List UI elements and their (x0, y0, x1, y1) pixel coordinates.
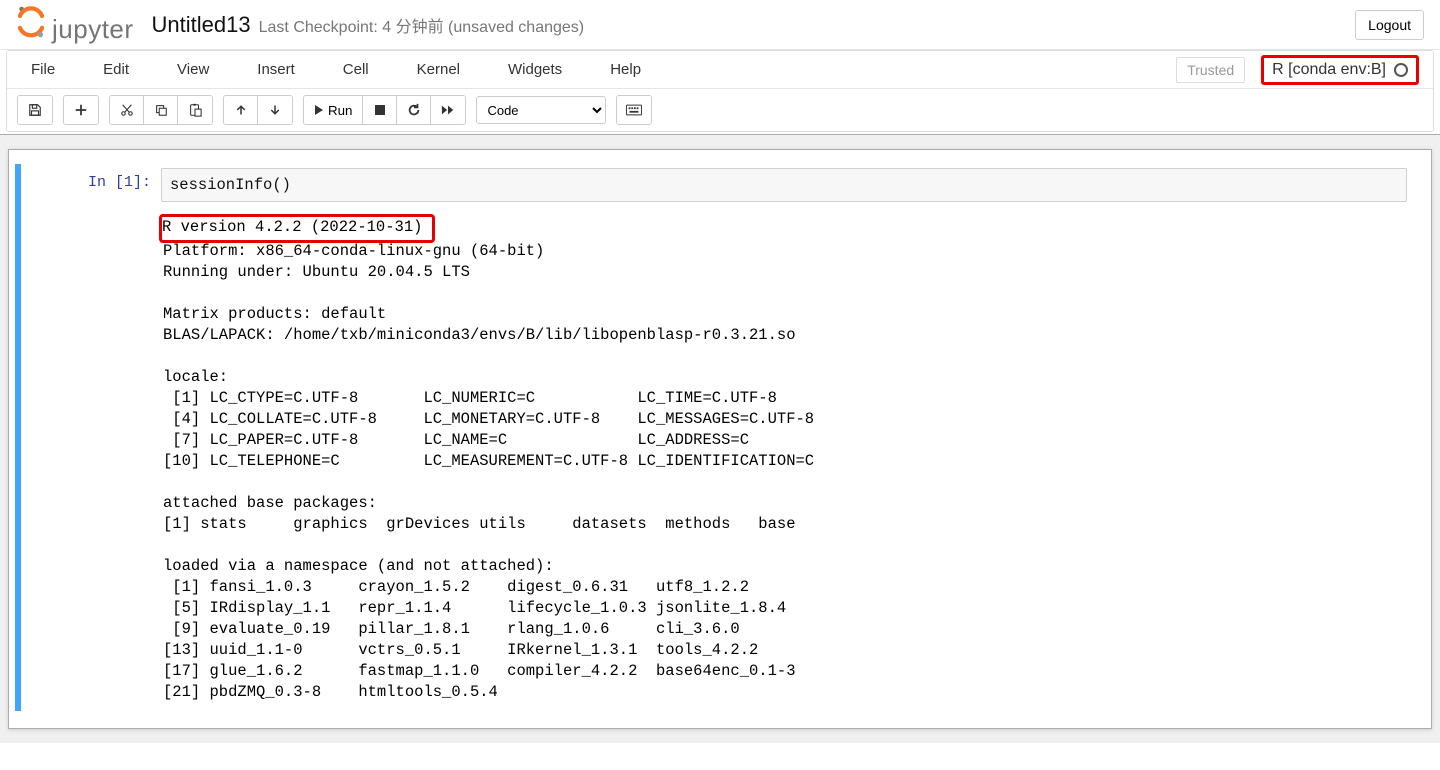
keyboard-icon (626, 104, 642, 116)
output-line: [1] stats graphics grDevices utils datas… (163, 515, 842, 533)
fast-forward-icon (441, 104, 455, 116)
output-line: loaded via a namespace (and not attached… (163, 557, 554, 575)
menu-insert[interactable]: Insert (247, 57, 305, 82)
output-line: Matrix products: default (163, 305, 386, 323)
header: jupyter Untitled13 Last Checkpoint: 4 分钟… (0, 0, 1440, 50)
menu-widgets[interactable]: Widgets (498, 57, 572, 82)
menu-kernel[interactable]: Kernel (407, 57, 470, 82)
insert-cell-below-button[interactable] (64, 96, 98, 124)
restart-icon (407, 103, 421, 117)
stop-icon (374, 104, 386, 116)
kernel-status-icon (1394, 63, 1408, 77)
jupyter-icon (16, 4, 46, 38)
play-icon (314, 104, 324, 116)
logout-button[interactable]: Logout (1355, 10, 1424, 40)
code-cell[interactable]: In [1]: sessionInfo() R version 4.2.2 (2… (15, 164, 1425, 711)
copy-button[interactable] (144, 96, 178, 124)
output-line: [21] pbdZMQ_0.3-8 htmltools_0.5.4 (163, 683, 498, 701)
kernel-indicator[interactable]: R [conda env:B] (1261, 55, 1419, 85)
move-down-button[interactable] (258, 96, 292, 124)
menubar: File Edit View Insert Cell Kernel Widget… (7, 51, 1433, 89)
paste-button[interactable] (178, 96, 212, 124)
command-palette-button[interactable] (617, 96, 651, 124)
prompt-column: In [1]: (21, 168, 161, 707)
cell-body: sessionInfo() R version 4.2.2 (2022-10-3… (161, 168, 1425, 707)
menu-edit[interactable]: Edit (93, 57, 139, 82)
output-line: [9] evaluate_0.19 pillar_1.8.1 rlang_1.0… (163, 620, 796, 638)
output-line: [7] LC_PAPER=C.UTF-8 LC_NAME=C LC_ADDRES… (163, 431, 842, 449)
arrow-down-icon (269, 104, 281, 116)
jupyter-logo[interactable]: jupyter (16, 4, 134, 45)
logo-text: jupyter (52, 14, 134, 45)
copy-icon (154, 103, 168, 117)
restart-button[interactable] (397, 96, 431, 124)
output-line: Platform: x86_64-conda-linux-gnu (64-bit… (163, 242, 544, 260)
notebook-area: In [1]: sessionInfo() R version 4.2.2 (2… (0, 134, 1440, 743)
restart-run-all-button[interactable] (431, 96, 465, 124)
toolbar: Run Code (7, 89, 1433, 131)
output-line: [10] LC_TELEPHONE=C LC_MEASUREMENT=C.UTF… (163, 452, 842, 470)
save-button[interactable] (18, 96, 52, 124)
output-line: [1] LC_CTYPE=C.UTF-8 LC_NUMERIC=C LC_TIM… (163, 389, 842, 407)
run-button[interactable]: Run (304, 96, 363, 124)
kernel-name: R [conda env:B] (1272, 61, 1386, 79)
interrupt-button[interactable] (363, 96, 397, 124)
output-line: [17] glue_1.6.2 fastmap_1.1.0 compiler_4… (163, 662, 796, 680)
save-icon (28, 103, 42, 117)
paste-icon (188, 103, 202, 117)
menu-help[interactable]: Help (600, 57, 651, 82)
cell-output: R version 4.2.2 (2022-10-31) Platform: x… (161, 202, 1407, 707)
in-prompt: In [1]: (88, 174, 151, 191)
menu-cell[interactable]: Cell (333, 57, 379, 82)
menu-file[interactable]: File (21, 57, 65, 82)
scissors-icon (120, 103, 134, 117)
plus-icon (74, 103, 88, 117)
notebook-container: In [1]: sessionInfo() R version 4.2.2 (2… (8, 149, 1432, 729)
output-line: locale: (163, 368, 228, 386)
notebook-title[interactable]: Untitled13 (152, 12, 251, 38)
output-highlighted-line: R version 4.2.2 (2022-10-31) (159, 214, 435, 243)
output-line: Running under: Ubuntu 20.04.5 LTS (163, 263, 470, 281)
move-up-button[interactable] (224, 96, 258, 124)
output-line: [4] LC_COLLATE=C.UTF-8 LC_MONETARY=C.UTF… (163, 410, 842, 428)
run-label: Run (328, 103, 352, 118)
cut-button[interactable] (110, 96, 144, 124)
code-input[interactable]: sessionInfo() (161, 168, 1407, 202)
output-line: [5] IRdisplay_1.1 repr_1.1.4 lifecycle_1… (163, 599, 796, 617)
output-line: attached base packages: (163, 494, 377, 512)
output-line: BLAS/LAPACK: /home/txb/miniconda3/envs/B… (163, 326, 796, 344)
cell-type-select[interactable]: Code (476, 96, 606, 124)
output-line: [1] fansi_1.0.3 crayon_1.5.2 digest_0.6.… (163, 578, 796, 596)
menubar-container: File Edit View Insert Cell Kernel Widget… (6, 50, 1434, 132)
output-line: [13] uuid_1.1-0 vctrs_0.5.1 IRkernel_1.3… (163, 641, 796, 659)
arrow-up-icon (235, 104, 247, 116)
menu-view[interactable]: View (167, 57, 219, 82)
trusted-indicator[interactable]: Trusted (1176, 57, 1245, 83)
checkpoint-status: Last Checkpoint: 4 分钟前 (unsaved changes) (259, 13, 585, 37)
